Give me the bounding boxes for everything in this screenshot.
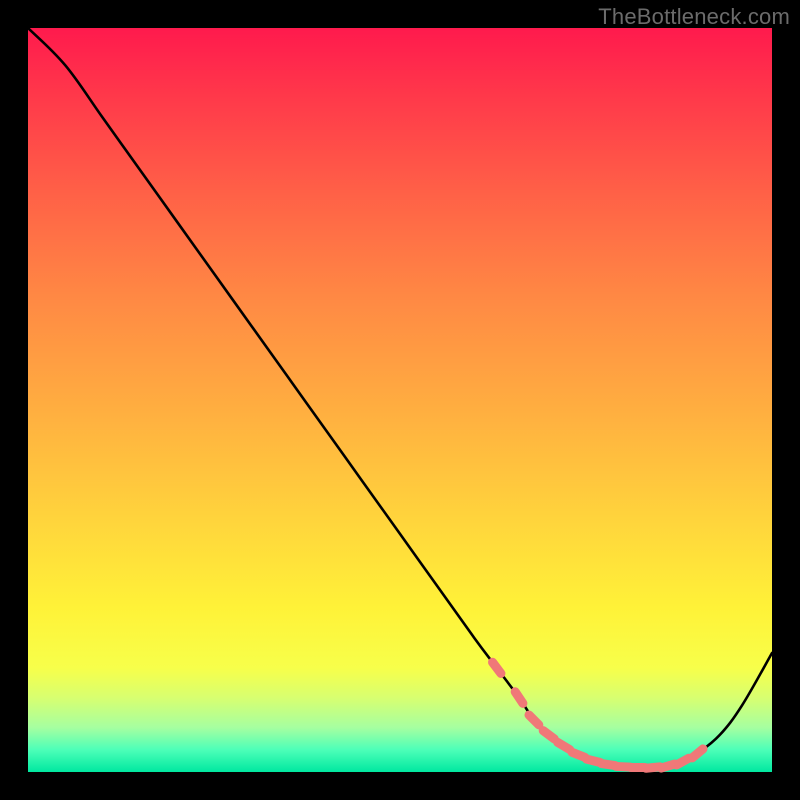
- segment-marker: [529, 715, 539, 725]
- segment-markers: [493, 662, 703, 768]
- chart-svg: [28, 28, 772, 772]
- curve-line: [28, 28, 772, 768]
- segment-marker: [692, 749, 703, 758]
- chart-frame: TheBottleneck.com: [0, 0, 800, 800]
- segment-marker: [677, 758, 689, 765]
- segment-marker: [515, 692, 523, 704]
- segment-marker: [543, 731, 554, 739]
- watermark-text: TheBottleneck.com: [598, 4, 790, 30]
- segment-marker: [558, 742, 570, 749]
- segment-marker: [493, 662, 501, 673]
- gradient-plot-area: [28, 28, 772, 772]
